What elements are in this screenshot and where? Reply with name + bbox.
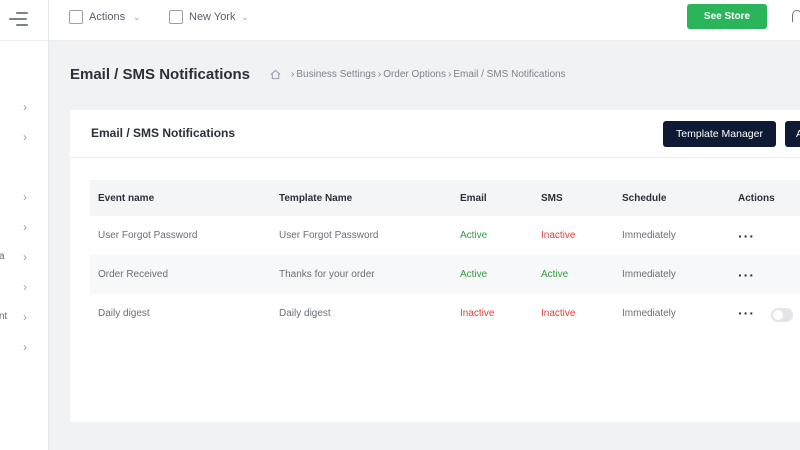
notifications-table: Event name Template Name Email SMS Sched… xyxy=(90,180,800,333)
chevron-right-icon: › xyxy=(23,250,27,264)
table-row: Daily digest Daily digest Inactive Inact… xyxy=(90,294,800,333)
actions-dropdown[interactable]: Actions xyxy=(89,10,125,24)
chevron-right-icon: › xyxy=(23,100,27,114)
sidebar-item-7[interactable]: nt › xyxy=(0,308,49,326)
sidebar-item-4[interactable]: › xyxy=(0,218,49,236)
table-row: Order Received Thanks for your order Act… xyxy=(90,255,800,294)
table-header-row: Event name Template Name Email SMS Sched… xyxy=(90,180,800,216)
schedule-cell: Immediately xyxy=(622,230,676,241)
event-name-cell: User Forgot Password xyxy=(98,230,198,241)
bell-icon[interactable] xyxy=(792,10,800,22)
sidebar-item-label: a xyxy=(0,251,5,262)
sidebar-item-6[interactable]: › xyxy=(0,278,49,296)
chevron-right-icon: › xyxy=(23,310,27,324)
event-name-cell: Order Received xyxy=(98,269,169,280)
sms-status: Inactive xyxy=(541,230,576,241)
store-icon xyxy=(169,10,183,24)
template-name-cell: Thanks for your order xyxy=(279,269,375,280)
sidebar-item-label: nt xyxy=(0,311,8,322)
template-manager-button[interactable]: Template Manager xyxy=(663,121,776,147)
chevron-right-icon: › xyxy=(23,280,27,294)
column-header-email: Email xyxy=(460,192,487,204)
column-header-actions: Actions xyxy=(738,192,775,204)
template-name-cell: User Forgot Password xyxy=(279,230,379,241)
sidebar-item-1[interactable]: › xyxy=(0,98,49,116)
sidebar-header xyxy=(0,0,48,41)
column-header-schedule: Schedule xyxy=(622,192,667,204)
location-dropdown[interactable]: New York xyxy=(189,10,235,24)
column-header-template: Template Name xyxy=(279,192,353,204)
home-icon[interactable] xyxy=(270,69,281,80)
card-title: Email / SMS Notifications xyxy=(91,126,236,140)
breadcrumb-current: Email / SMS Notifications xyxy=(453,69,566,80)
chevron-right-icon: › xyxy=(23,220,27,234)
email-status: Active xyxy=(460,230,488,241)
sidebar-item-8[interactable]: › xyxy=(0,338,49,356)
breadcrumb-item[interactable]: Business Settings xyxy=(296,69,376,80)
chevron-down-icon: ⌄ xyxy=(133,12,141,22)
schedule-cell: Immediately xyxy=(622,308,676,319)
email-status: Active xyxy=(460,269,488,280)
event-name-cell: Daily digest xyxy=(98,308,150,319)
more-actions-icon[interactable]: ··· xyxy=(738,228,755,244)
sidebar-item-3[interactable]: › xyxy=(0,188,49,206)
more-actions-icon[interactable]: ··· xyxy=(738,305,755,321)
notifications-card: Email / SMS Notifications Template Manag… xyxy=(70,110,800,422)
see-store-button[interactable]: See Store xyxy=(687,4,767,29)
hamburger-menu-icon[interactable] xyxy=(9,12,29,26)
sidebar: › › › › a › › nt › › xyxy=(0,0,49,450)
topbar: Actions ⌄ New York ⌄ See Store xyxy=(49,0,800,41)
add-button[interactable]: A xyxy=(785,121,800,147)
table-row: User Forgot Password User Forgot Passwor… xyxy=(90,216,800,255)
more-actions-icon[interactable]: ··· xyxy=(738,267,755,283)
breadcrumb-separator: › xyxy=(377,69,382,80)
breadcrumb-separator: › xyxy=(291,69,295,80)
chevron-right-icon: › xyxy=(23,340,27,354)
column-header-sms: SMS xyxy=(541,192,563,204)
template-name-cell: Daily digest xyxy=(279,308,331,319)
chevron-right-icon: › xyxy=(23,190,27,204)
column-header-event: Event name xyxy=(98,192,155,204)
breadcrumb: › Business Settings › Order Options › Em… xyxy=(270,69,566,80)
sidebar-item-2[interactable]: › xyxy=(0,128,49,146)
sidebar-item-5[interactable]: a › xyxy=(0,248,49,266)
breadcrumb-item[interactable]: Order Options xyxy=(383,69,446,80)
schedule-cell: Immediately xyxy=(622,269,676,280)
enable-toggle[interactable] xyxy=(771,308,793,323)
chevron-down-icon: ⌄ xyxy=(241,12,249,22)
breadcrumb-separator: › xyxy=(448,69,452,80)
actions-icon xyxy=(69,10,83,24)
chevron-right-icon: › xyxy=(23,130,27,144)
card-header: Email / SMS Notifications Template Manag… xyxy=(70,110,800,158)
sms-status: Inactive xyxy=(541,308,576,319)
sms-status: Active xyxy=(541,269,569,280)
page-title: Email / SMS Notifications xyxy=(70,66,251,83)
email-status: Inactive xyxy=(460,308,495,319)
